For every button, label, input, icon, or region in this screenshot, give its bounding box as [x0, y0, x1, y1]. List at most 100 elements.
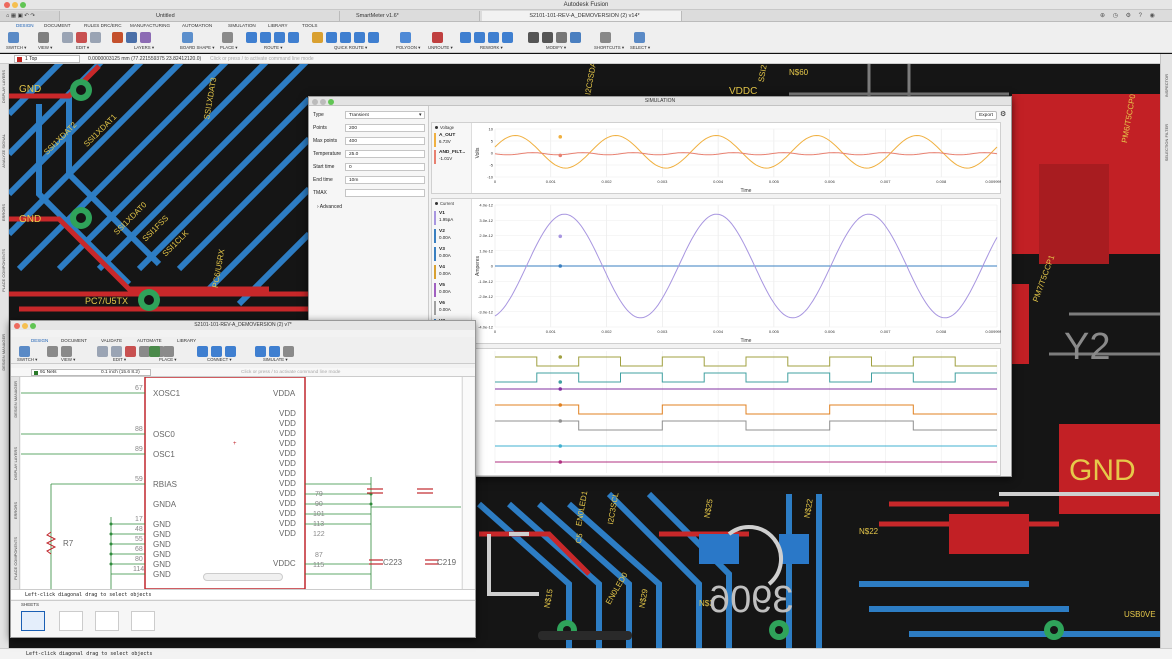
maximize-window-button[interactable]: [20, 2, 26, 8]
delete-icon: [76, 32, 87, 43]
schematic-ribbon-tabs: DESIGN DOCUMENT VALIDATE AUTOMATE LIBRAR…: [11, 337, 475, 345]
tmax-input[interactable]: [345, 189, 425, 197]
export-button[interactable]: Export: [975, 111, 997, 120]
pin-name: GNDA: [153, 500, 177, 509]
schematic-canvas[interactable]: + 67 XOSC1 88 OSC0 89 OSC1 59 RBIAS GNDA…: [21, 377, 461, 589]
tab-validate[interactable]: VALIDATE: [101, 337, 122, 344]
end-time-input[interactable]: 10m: [345, 176, 425, 184]
command-line-input[interactable]: Click or press / to activate command lin…: [241, 370, 340, 375]
layer-select[interactable]: 1 Top: [14, 55, 80, 63]
param-label: Type: [313, 112, 324, 118]
tab-smartmeter[interactable]: SmartMeter v1.6*: [350, 11, 480, 21]
copy-icon: [62, 32, 73, 43]
panel-analyze-signal[interactable]: ANALYZE SIGNAL: [1, 134, 6, 168]
panel-design-manager[interactable]: DESIGN MANAGER: [1, 334, 6, 371]
tab-s2101-demoversion[interactable]: S2101-101-REV-A_DEMOVERSION (2) v14*: [482, 11, 682, 21]
sheet-thumbnail[interactable]: [95, 611, 119, 631]
panel-display-layers[interactable]: DISPLAY LAYERS: [1, 70, 6, 103]
signal-v3[interactable]: V3 0.00A: [434, 247, 470, 261]
minimize-window-button[interactable]: [22, 323, 28, 329]
points-input[interactable]: 200: [345, 124, 425, 132]
maximize-window-button[interactable]: [30, 323, 36, 329]
tab-rules[interactable]: RULES DRC/ERC: [84, 22, 122, 30]
start-time-input[interactable]: 0: [345, 163, 425, 171]
x-tick-label: 0.003: [657, 179, 668, 184]
schematic-scrollbar[interactable]: [462, 377, 474, 589]
route-icon: [274, 32, 285, 43]
x-tick-label: 0.008: [936, 329, 947, 334]
cursor-marker: [558, 234, 563, 239]
tab-untitled[interactable]: Untitled: [150, 11, 340, 21]
param-tmax: TMAX: [313, 189, 425, 198]
signal-v1[interactable]: V1 1.95pA: [434, 211, 470, 225]
x-tick-label: 0.003: [657, 329, 668, 334]
signal-and-filt[interactable]: AND_FILT... -1.01V: [434, 150, 470, 164]
panel-inspector[interactable]: INSPECTOR: [1164, 74, 1169, 97]
tab-manufacturing[interactable]: MANUFACTURING: [130, 22, 170, 30]
minimize-window-button[interactable]: [12, 2, 18, 8]
command-line-input[interactable]: Click or press / to activate command lin…: [210, 55, 1160, 63]
panel-design-manager[interactable]: DESIGN MANAGER: [13, 381, 18, 418]
tab-document[interactable]: DOCUMENT: [44, 22, 71, 30]
advanced-toggle[interactable]: › Advanced: [317, 204, 342, 210]
pin-name: XOSC1: [153, 389, 181, 398]
schematic-view-controls[interactable]: [203, 573, 283, 581]
panel-place-components[interactable]: PLACE COMPONENTS: [13, 537, 18, 580]
sheet-thumbnail[interactable]: [131, 611, 155, 631]
current-chart[interactable]: 0 0.001 0.002 0.003 0.004 0.005 0.006 0.007 0.00…: [473, 199, 1001, 344]
ribbon-toolbar: SWITCH ▾ VIEW ▾ EDIT ▾ LAYERS ▾ BOARD SH…: [0, 30, 1172, 53]
close-window-button[interactable]: [4, 2, 10, 8]
pcb-view-controls[interactable]: [538, 631, 632, 640]
board-icon: [182, 32, 193, 43]
tab-document[interactable]: DOCUMENT: [61, 337, 87, 344]
temperature-input[interactable]: 25.0: [345, 150, 425, 158]
settings-icon: [283, 346, 294, 357]
signal-v2[interactable]: V2 0.00A: [434, 229, 470, 243]
panel-errors[interactable]: ERRORS: [1, 204, 6, 221]
grid-icon: [38, 32, 49, 43]
tab-automate[interactable]: AUTOMATE: [137, 337, 162, 344]
type-select[interactable]: Transient: [345, 111, 425, 119]
panel-selection-filter[interactable]: SELECTION FILTER: [1164, 124, 1169, 161]
layers-icon: [126, 32, 137, 43]
param-temperature: Temperature 25.0: [313, 150, 425, 159]
panel-place-components[interactable]: PLACE COMPONENTS: [1, 249, 6, 292]
pin-number: 68: [135, 546, 143, 553]
group-label: EDIT ▾: [76, 45, 90, 50]
gear-icon[interactable]: ⚙: [1000, 111, 1006, 119]
sheet-thumbnail[interactable]: [59, 611, 83, 631]
signal-v6[interactable]: V6 0.00A: [434, 301, 470, 315]
param-type: Type Transient ▾: [313, 111, 425, 120]
add-part-icon: [149, 346, 160, 357]
tab-library[interactable]: LIBRARY: [268, 22, 288, 30]
left-panel-strip: DISPLAY LAYERS ANALYZE SIGNAL ERRORS PLA…: [0, 64, 9, 659]
tab-toolbar-icons[interactable]: ⌂ ▦ ▣ ↶ ↷: [0, 11, 60, 21]
max-points-input[interactable]: 400: [345, 137, 425, 145]
minimize-window-button[interactable]: [320, 99, 326, 105]
digital-chart[interactable]: [473, 349, 1001, 475]
coordinate-readout: 0.0000003125 mm (77.221559375 23.8241212…: [88, 56, 202, 62]
x-tick-label: 0.004: [713, 179, 724, 184]
close-window-button[interactable]: [14, 323, 20, 329]
signal-v4[interactable]: V4 0.00A: [434, 265, 470, 279]
tab-library[interactable]: LIBRARY: [177, 337, 196, 344]
sheet-thumbnail[interactable]: [21, 611, 45, 631]
signal-value: 6.73V: [439, 139, 451, 144]
tab-bar-icons[interactable]: ⊕ ◷ ⚙ ? ◉: [1100, 12, 1158, 19]
close-window-button[interactable]: [312, 99, 318, 105]
pin-number: 122: [313, 531, 325, 538]
voltage-chart[interactable]: 0 0.001 0.002 0.003 0.004 0.005 0.006 0.007 0.00…: [473, 123, 1001, 194]
signal-v5[interactable]: V5 0.00A: [434, 283, 470, 297]
tab-tools[interactable]: TOOLS: [302, 22, 318, 30]
panel-display-layers[interactable]: DISPLAY LAYERS: [13, 447, 18, 480]
tab-simulation[interactable]: SIMULATION: [228, 22, 256, 30]
y-tick-label: -1.0e-12: [478, 279, 494, 284]
signal-value: 0.00A: [439, 289, 451, 294]
panel-errors[interactable]: ERRORS: [13, 502, 18, 519]
net-icon: [197, 346, 208, 357]
group-label: POLYGON ▾: [396, 45, 421, 50]
signal-a-out[interactable]: A_OUT 6.73V: [434, 133, 470, 147]
component-label: Y2: [1064, 326, 1111, 368]
tab-automation[interactable]: AUTOMATION: [182, 22, 212, 30]
maximize-window-button[interactable]: [328, 99, 334, 105]
